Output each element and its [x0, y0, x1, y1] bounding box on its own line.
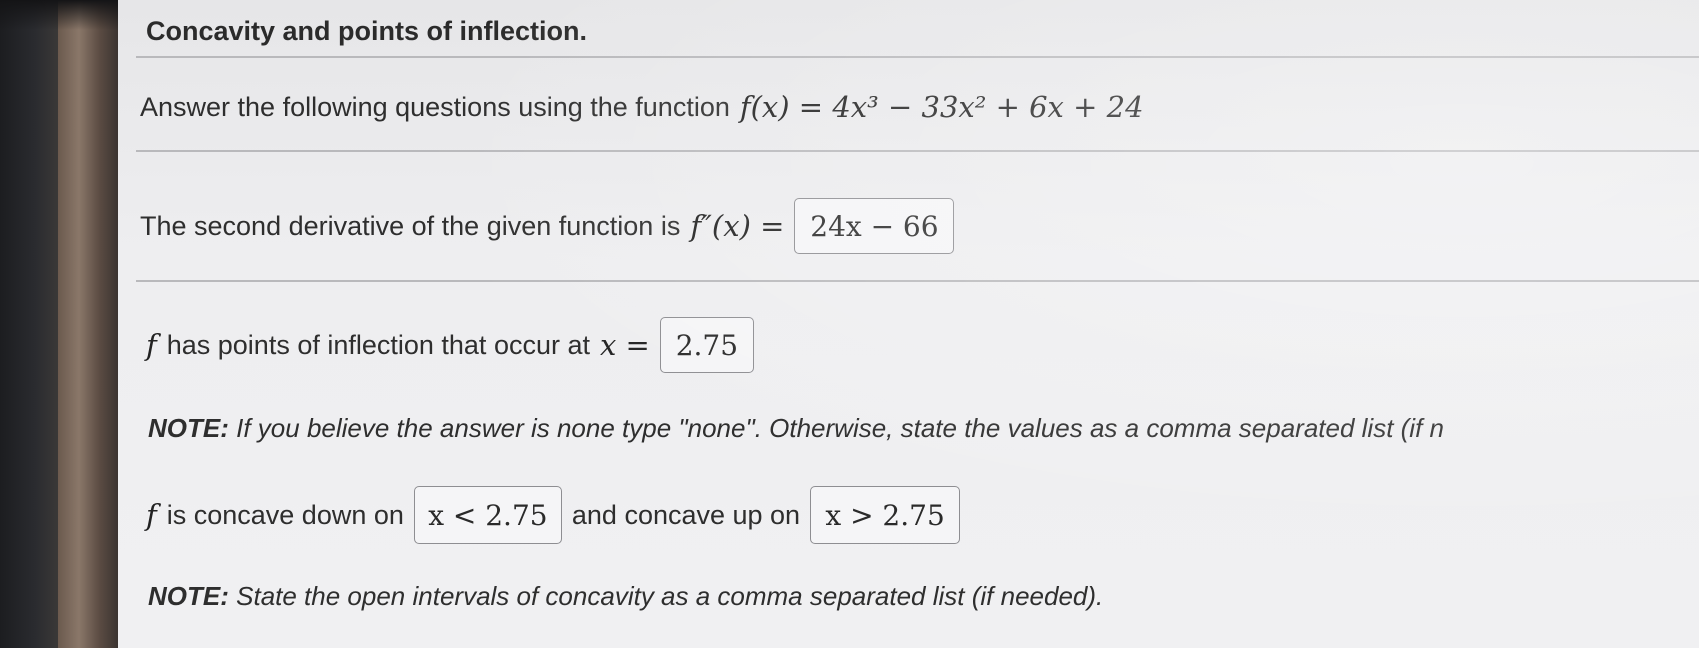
f-symbol: f — [146, 498, 157, 532]
second-derivative-label: f″(x) = — [690, 209, 785, 243]
question-line: Answer the following questions using the… — [140, 82, 1144, 132]
question-panel: Concavity and points of inflection. Answ… — [118, 0, 1699, 648]
monitor-bezel-shadow — [0, 0, 118, 30]
divider — [136, 56, 1699, 58]
note-text: If you believe the answer is none type "… — [236, 413, 1444, 443]
inflection-text: has points of inflection that occur at — [166, 329, 590, 360]
monitor-bezel — [0, 0, 58, 648]
second-derivative-line: The second derivative of the given funct… — [140, 198, 955, 254]
second-derivative-text: The second derivative of the given funct… — [140, 210, 681, 241]
note-inflection: NOTE: If you believe the answer is none … — [148, 413, 1444, 444]
concave-down-text: is concave down on — [166, 499, 404, 530]
note-concavity: NOTE: State the open intervals of concav… — [148, 581, 1103, 612]
question-text: Answer the following questions using the… — [140, 91, 730, 122]
inflection-label: x = — [599, 328, 650, 362]
concavity-line: f is concave down on x < 2.75 and concav… — [146, 486, 961, 544]
divider — [136, 150, 1699, 152]
page-title: Concavity and points of inflection. — [146, 16, 588, 46]
concave-down-answer-input[interactable]: x < 2.75 — [413, 486, 562, 544]
f-symbol: f — [146, 328, 157, 362]
concave-up-answer-input[interactable]: x > 2.75 — [810, 486, 961, 544]
function-expression: f(x) = 4x³ − 33x² + 6x + 24 — [739, 90, 1144, 124]
note-label: NOTE: — [148, 581, 229, 611]
inflection-line: f has points of inflection that occur at… — [146, 317, 754, 373]
note-text: State the open intervals of concavity as… — [236, 581, 1104, 611]
concave-up-text: and concave up on — [571, 499, 801, 530]
inflection-answer-input[interactable]: 2.75 — [659, 317, 754, 373]
second-derivative-answer-input[interactable]: 24x − 66 — [794, 198, 955, 254]
divider — [136, 280, 1699, 282]
monitor-bezel-edge — [58, 0, 118, 648]
note-label: NOTE: — [148, 413, 229, 443]
